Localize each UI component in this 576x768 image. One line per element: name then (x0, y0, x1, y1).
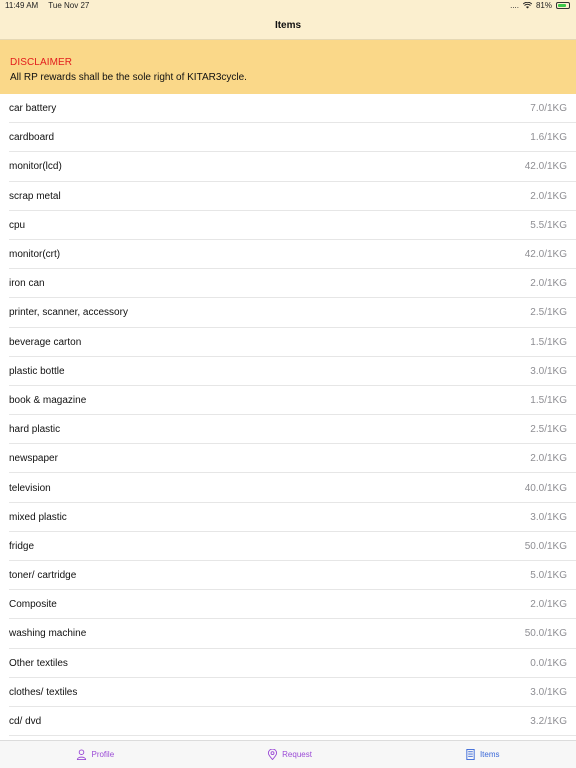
item-price: 50.0/1KG (524, 628, 567, 640)
item-name: hard plastic (9, 424, 61, 436)
list-item[interactable]: clothes/ textiles 3.0/1KG (0, 678, 576, 708)
item-price: 7.0/1KG (530, 103, 567, 115)
list-item[interactable]: newspaper 2.0/1KG (0, 444, 576, 474)
item-price: 2.5/1KG (530, 424, 567, 436)
item-price: 1.5/1KG (530, 336, 567, 348)
status-time: 11:49 AM (5, 1, 39, 10)
item-price: 42.0/1KG (524, 249, 567, 261)
items-list[interactable]: car battery 7.0/1KG cardboard 1.6/1KG monito… (0, 94, 576, 740)
list-item[interactable]: cardboard 1.6/1KG (0, 123, 576, 153)
item-name: scrap metal (9, 190, 61, 202)
list-item[interactable]: monitor(lcd) 42.0/1KG (0, 152, 576, 182)
tab-items[interactable]: Items (465, 749, 500, 760)
list-item[interactable]: fridge 50.0/1KG (0, 532, 576, 562)
item-price: 2.5/1KG (530, 307, 567, 319)
disclaimer-title: DISCLAIMER (10, 57, 73, 68)
tab-items-label: Items (479, 750, 500, 759)
item-name: cd/ dvd (9, 716, 42, 728)
list-item[interactable]: toner/ cartridge 5.0/1KG (0, 561, 576, 591)
item-name: cpu (9, 219, 26, 231)
list-item[interactable]: cd/ dvd 3.2/1KG (0, 707, 576, 737)
item-name: Other textiles (9, 657, 68, 669)
list-item[interactable]: printer, scanner, accessory 2.5/1KG (0, 298, 576, 328)
list-item[interactable]: mixed plastic 3.0/1KG (0, 503, 576, 533)
battery-percent: 81% (535, 1, 552, 10)
item-price: 2.0/1KG (530, 190, 567, 202)
battery-fill (558, 4, 567, 7)
signal-icon: .... (510, 1, 519, 10)
list-item[interactable]: iron can 2.0/1KG (0, 269, 576, 299)
tab-bar: Profile Request Items (0, 740, 576, 768)
location-pin-icon (268, 749, 278, 760)
disclaimer-banner: DISCLAIMER All RP rewards shall be the s… (0, 40, 576, 94)
wifi-icon (522, 2, 532, 9)
tab-profile-label: Profile (91, 750, 115, 759)
item-name: washing machine (9, 628, 87, 640)
item-name: clothes/ textiles (9, 686, 78, 698)
list-item[interactable]: book & magazine 1.5/1KG (0, 386, 576, 416)
battery-icon (556, 2, 570, 9)
item-name: iron can (9, 278, 45, 290)
item-name: television (9, 482, 51, 494)
item-price: 42.0/1KG (524, 161, 567, 173)
item-price: 3.0/1KG (530, 365, 567, 377)
item-price: 5.0/1KG (530, 570, 567, 582)
item-name: newspaper (9, 453, 58, 465)
item-name: beverage carton (9, 336, 82, 348)
list-item[interactable]: scrap metal 2.0/1KG (0, 182, 576, 211)
list-item[interactable]: beverage carton 1.5/1KG (0, 328, 576, 357)
status-left: 11:49 AM Tue Nov 27 (5, 1, 97, 10)
status-bar: 11:49 AM Tue Nov 27 .... 81% (0, 0, 576, 12)
list-item[interactable]: Other textiles 0.0/1KG (0, 649, 576, 678)
item-price: 3.2/1KG (530, 716, 567, 728)
list-item[interactable]: Composite 2.0/1KG (0, 590, 576, 620)
list-item[interactable]: cpu 5.5/1KG (0, 211, 576, 241)
list-item[interactable]: television 40.0/1KG (0, 473, 576, 503)
list-item[interactable]: hard plastic 2.5/1KG (0, 415, 576, 445)
item-price: 1.5/1KG (530, 394, 567, 406)
list-item[interactable]: monitor(crt) 42.0/1KG (0, 240, 576, 270)
item-price: 0.0/1KG (530, 657, 567, 669)
status-right: .... 81% (510, 1, 570, 10)
item-price: 2.0/1KG (530, 599, 567, 611)
item-name: fridge (9, 540, 35, 552)
nav-bar: Items (0, 12, 576, 40)
item-name: mixed plastic (9, 511, 67, 523)
item-name: cardboard (9, 132, 55, 144)
item-price: 2.0/1KG (530, 453, 567, 465)
item-price: 3.0/1KG (530, 511, 567, 523)
item-name: plastic bottle (9, 365, 65, 377)
tab-request[interactable]: Request (267, 749, 312, 760)
tab-profile[interactable]: Profile (76, 749, 114, 760)
list-item[interactable]: washing machine 50.0/1KG (0, 619, 576, 649)
item-price: 5.5/1KG (530, 219, 567, 231)
page-title: Items (274, 20, 302, 31)
disclaimer-text: All RP rewards shall be the sole right o… (10, 72, 247, 83)
item-name: monitor(lcd) (9, 161, 62, 173)
item-price: 50.0/1KG (524, 540, 567, 552)
item-price: 40.0/1KG (524, 482, 567, 494)
tab-request-label: Request (282, 750, 312, 759)
status-date: Tue Nov 27 (48, 1, 90, 10)
item-name: monitor(crt) (9, 249, 61, 261)
item-price: 2.0/1KG (530, 278, 567, 290)
list-icon (466, 749, 475, 760)
person-icon (77, 749, 87, 760)
list-item[interactable]: car battery 7.0/1KG (0, 94, 576, 124)
item-price: 3.0/1KG (530, 686, 567, 698)
item-name: car battery (9, 103, 57, 115)
item-name: toner/ cartridge (9, 570, 77, 582)
item-name: printer, scanner, accessory (9, 307, 128, 319)
item-price: 1.6/1KG (530, 132, 567, 144)
item-name: book & magazine (9, 394, 87, 406)
list-item[interactable]: plastic bottle 3.0/1KG (0, 357, 576, 387)
item-name: Composite (9, 599, 57, 611)
